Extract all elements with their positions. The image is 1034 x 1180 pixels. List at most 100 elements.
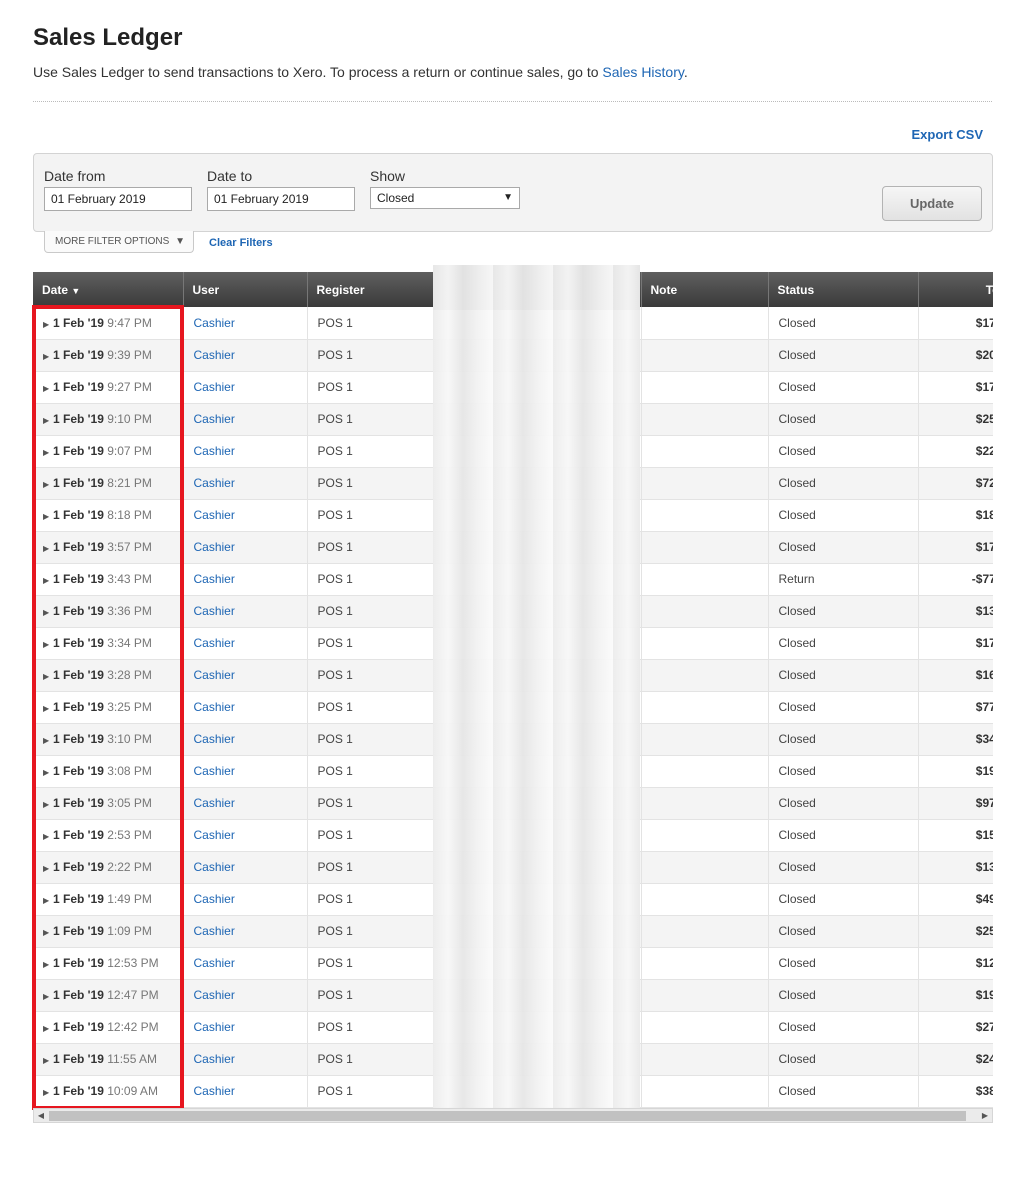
date-cell[interactable]: ▶ 1 Feb '19 8:18 PM (33, 499, 184, 532)
date-cell[interactable]: ▶ 1 Feb '19 3:57 PM (33, 531, 184, 564)
user-link[interactable]: Cashier (194, 604, 235, 618)
row-date: 1 Feb '19 (53, 956, 104, 970)
scrollbar-thumb[interactable] (49, 1111, 966, 1121)
expand-row-icon[interactable]: ▶ (43, 768, 53, 777)
date-cell[interactable]: ▶ 1 Feb '19 12:53 PM (33, 947, 184, 980)
date-cell[interactable]: ▶ 1 Feb '19 3:43 PM (33, 563, 184, 596)
horizontal-scrollbar[interactable]: ◀ ▶ (33, 1108, 993, 1123)
note-cell (641, 755, 769, 788)
user-link[interactable]: Cashier (194, 1052, 235, 1066)
expand-row-icon[interactable]: ▶ (43, 1056, 53, 1065)
date-cell[interactable]: ▶ 1 Feb '19 9:47 PM (33, 307, 184, 340)
date-cell[interactable]: ▶ 1 Feb '19 3:05 PM (33, 787, 184, 820)
note-cell (641, 787, 769, 820)
date-cell[interactable]: ▶ 1 Feb '19 9:07 PM (33, 435, 184, 468)
row-date: 1 Feb '19 (53, 892, 104, 906)
expand-row-icon[interactable]: ▶ (43, 896, 53, 905)
date-cell[interactable]: ▶ 1 Feb '19 3:34 PM (33, 627, 184, 660)
expand-row-icon[interactable]: ▶ (43, 416, 53, 425)
expand-row-icon[interactable]: ▶ (43, 1088, 53, 1097)
expand-row-icon[interactable]: ▶ (43, 1024, 53, 1033)
clear-filters-link[interactable]: Clear Filters (209, 237, 273, 249)
expand-row-icon[interactable]: ▶ (43, 512, 53, 521)
expand-row-icon[interactable]: ▶ (43, 960, 53, 969)
date-cell[interactable]: ▶ 1 Feb '19 12:47 PM (33, 979, 184, 1012)
user-link[interactable]: Cashier (194, 348, 235, 362)
date-cell[interactable]: ▶ 1 Feb '19 10:09 AM (33, 1075, 184, 1108)
user-link[interactable]: Cashier (194, 764, 235, 778)
export-csv-link[interactable]: Export CSV (911, 127, 983, 142)
expand-row-icon[interactable]: ▶ (43, 992, 53, 1001)
date-cell[interactable]: ▶ 1 Feb '19 3:36 PM (33, 595, 184, 628)
date-cell[interactable]: ▶ 1 Feb '19 3:25 PM (33, 691, 184, 724)
user-link[interactable]: Cashier (194, 508, 235, 522)
date-cell[interactable]: ▶ 1 Feb '19 8:21 PM (33, 467, 184, 500)
column-header-note[interactable]: Note (641, 272, 769, 307)
register-cell: POS 1 (307, 499, 434, 532)
expand-row-icon[interactable]: ▶ (43, 448, 53, 457)
user-link[interactable]: Cashier (194, 924, 235, 938)
more-filter-options-button[interactable]: MORE FILTER OPTIONS ▼ (44, 231, 194, 253)
expand-row-icon[interactable]: ▶ (43, 384, 53, 393)
expand-row-icon[interactable]: ▶ (43, 320, 53, 329)
column-header-total[interactable]: Total (918, 272, 993, 307)
expand-row-icon[interactable]: ▶ (43, 864, 53, 873)
user-link[interactable]: Cashier (194, 796, 235, 810)
user-link[interactable]: Cashier (194, 732, 235, 746)
expand-row-icon[interactable]: ▶ (43, 480, 53, 489)
expand-row-icon[interactable]: ▶ (43, 672, 53, 681)
expand-row-icon[interactable]: ▶ (43, 704, 53, 713)
expand-row-icon[interactable]: ▶ (43, 576, 53, 585)
user-link[interactable]: Cashier (194, 540, 235, 554)
expand-row-icon[interactable]: ▶ (43, 800, 53, 809)
expand-row-icon[interactable]: ▶ (43, 544, 53, 553)
user-link[interactable]: Cashier (194, 476, 235, 490)
date-cell[interactable]: ▶ 1 Feb '19 3:08 PM (33, 755, 184, 788)
date-cell[interactable]: ▶ 1 Feb '19 9:27 PM (33, 371, 184, 404)
user-link[interactable]: Cashier (194, 412, 235, 426)
date-from-input[interactable] (44, 187, 192, 211)
user-link[interactable]: Cashier (194, 828, 235, 842)
user-link[interactable]: Cashier (194, 956, 235, 970)
user-link[interactable]: Cashier (194, 1020, 235, 1034)
user-link[interactable]: Cashier (194, 892, 235, 906)
date-cell[interactable]: ▶ 1 Feb '19 11:55 AM (33, 1043, 184, 1076)
date-cell[interactable]: ▶ 1 Feb '19 9:10 PM (33, 403, 184, 436)
date-cell[interactable]: ▶ 1 Feb '19 12:42 PM (33, 1011, 184, 1044)
expand-row-icon[interactable]: ▶ (43, 352, 53, 361)
column-header-date[interactable]: Date ▼ (33, 272, 184, 307)
expand-row-icon[interactable]: ▶ (43, 832, 53, 841)
column-header-register[interactable]: Register (307, 272, 434, 307)
scroll-left-icon[interactable]: ◀ (34, 1109, 48, 1122)
date-cell[interactable]: ▶ 1 Feb '19 1:49 PM (33, 883, 184, 916)
user-link[interactable]: Cashier (194, 380, 235, 394)
date-cell[interactable]: ▶ 1 Feb '19 1:09 PM (33, 915, 184, 948)
date-cell[interactable]: ▶ 1 Feb '19 9:39 PM (33, 339, 184, 372)
expand-row-icon[interactable]: ▶ (43, 608, 53, 617)
sales-history-link[interactable]: Sales History (602, 64, 683, 80)
user-link[interactable]: Cashier (194, 444, 235, 458)
user-link[interactable]: Cashier (194, 668, 235, 682)
date-to-input[interactable] (207, 187, 355, 211)
status-cell: Closed (768, 499, 919, 532)
user-link[interactable]: Cashier (194, 636, 235, 650)
expand-row-icon[interactable]: ▶ (43, 640, 53, 649)
user-link[interactable]: Cashier (194, 316, 235, 330)
date-cell[interactable]: ▶ 1 Feb '19 3:10 PM (33, 723, 184, 756)
expand-row-icon[interactable]: ▶ (43, 736, 53, 745)
user-link[interactable]: Cashier (194, 1084, 235, 1098)
show-select[interactable]: Closed ▼ (370, 187, 520, 209)
update-button[interactable]: Update (882, 186, 982, 221)
user-link[interactable]: Cashier (194, 700, 235, 714)
date-cell[interactable]: ▶ 1 Feb '19 2:22 PM (33, 851, 184, 884)
column-header-user[interactable]: User (183, 272, 308, 307)
user-link[interactable]: Cashier (194, 572, 235, 586)
date-cell[interactable]: ▶ 1 Feb '19 3:28 PM (33, 659, 184, 692)
date-cell[interactable]: ▶ 1 Feb '19 2:53 PM (33, 819, 184, 852)
register-cell: POS 1 (307, 595, 434, 628)
user-link[interactable]: Cashier (194, 988, 235, 1002)
expand-row-icon[interactable]: ▶ (43, 928, 53, 937)
column-header-status[interactable]: Status (768, 272, 919, 307)
scroll-right-icon[interactable]: ▶ (978, 1109, 992, 1122)
user-link[interactable]: Cashier (194, 860, 235, 874)
